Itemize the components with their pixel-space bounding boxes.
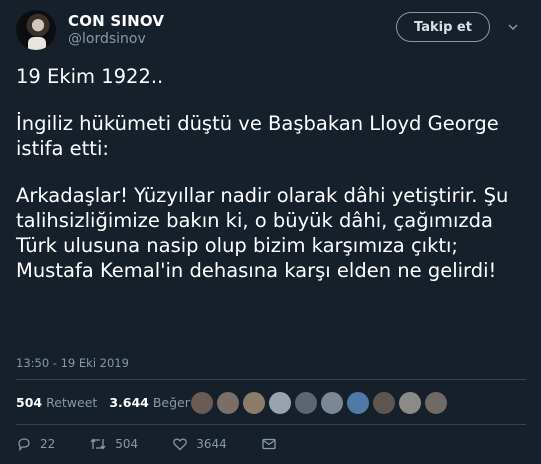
liker-avatar[interactable] (398, 391, 422, 415)
divider (16, 379, 526, 380)
retweet-button[interactable]: 504 (89, 436, 138, 452)
liker-avatar[interactable] (294, 391, 318, 415)
follow-button[interactable]: Takip et (396, 12, 490, 42)
action-bar: 22 504 3644 (16, 436, 311, 452)
envelope-icon (262, 438, 276, 450)
reply-button[interactable]: 22 (16, 436, 55, 452)
heart-icon (173, 438, 187, 451)
liker-avatars (190, 391, 448, 415)
dm-button[interactable] (261, 436, 277, 452)
divider (16, 424, 526, 425)
chevron-down-icon[interactable] (508, 22, 518, 32)
reply-icon (18, 438, 30, 452)
like-stat[interactable]: 3.644 Beğeni (109, 395, 196, 410)
retweet-stat[interactable]: 504 Retweet (16, 395, 97, 410)
liker-avatar[interactable] (216, 391, 240, 415)
tweet-card: CON SINOV @lordsinov Takip et 19 Ekim 19… (0, 0, 541, 464)
tweet-text: 19 Ekim 1922.. İngiliz hükümeti düştü ve… (16, 64, 526, 283)
reply-count: 22 (40, 437, 56, 451)
tweet-paragraph: İngiliz hükümeti düştü ve Başbakan Lloyd… (16, 112, 499, 160)
author-handle[interactable]: @lordsinov (68, 31, 146, 47)
author-name[interactable]: CON SINOV (68, 12, 164, 30)
liker-avatar[interactable] (424, 391, 448, 415)
like-button[interactable]: 3644 (172, 436, 227, 452)
liker-avatar[interactable] (372, 391, 396, 415)
tweet-paragraph: 19 Ekim 1922.. (16, 65, 164, 88)
liker-avatar[interactable] (190, 391, 214, 415)
liker-avatar[interactable] (242, 391, 266, 415)
tweet-timestamp[interactable]: 13:50 - 19 Eki 2019 (16, 356, 129, 370)
retweet-count: 504 (115, 437, 139, 451)
like-count: 3644 (196, 437, 227, 451)
liker-avatar[interactable] (320, 391, 344, 415)
author-avatar[interactable] (16, 10, 56, 50)
engagement-stats: 504 Retweet 3.644 Beğeni (16, 395, 196, 410)
tweet-paragraph: Arkadaşlar! Yüzyıllar nadir olarak dâhi … (16, 184, 509, 282)
liker-avatar[interactable] (346, 391, 370, 415)
retweet-icon (90, 438, 106, 450)
liker-avatar[interactable] (268, 391, 292, 415)
